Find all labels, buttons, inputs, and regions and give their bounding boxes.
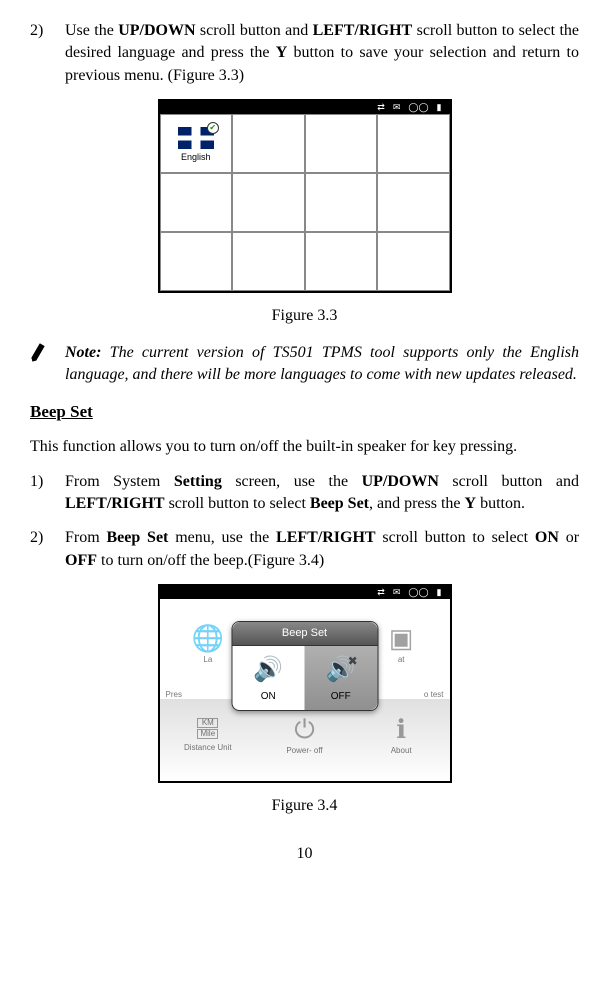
screenshot-beep-set: ⇄ ✉ ◯◯ ▮ 🌐 La ▣ at KM Mile [158, 584, 452, 783]
off-label: OFF [331, 690, 351, 704]
beep-step-2: 2) From Beep Set menu, use the LEFT/RIGH… [30, 527, 579, 572]
link-icon: ◯◯ [408, 586, 428, 599]
lang-english-cell: ✔ English [160, 114, 233, 173]
status-bar: ⇄ ✉ ◯◯ ▮ [160, 101, 450, 114]
status-bar: ⇄ ✉ ◯◯ ▮ [160, 586, 450, 599]
figure-3-3-caption: Figure 3.3 [30, 305, 579, 327]
lang-label: English [181, 151, 211, 164]
link-icon: ◯◯ [408, 101, 428, 114]
popup-body: 🔊 ON 🔊✖ OFF [232, 646, 377, 710]
note-block: Note: The current version of TS501 TPMS … [30, 342, 579, 387]
usb-icon: ⇄ [377, 101, 385, 114]
power-icon: ⏻ [294, 716, 315, 742]
beep-set-heading: Beep Set [30, 400, 579, 424]
check-icon: ✔ [207, 122, 219, 134]
speaker-off-icon: 🔊✖ [326, 653, 356, 687]
calendar-icon: ▣ [389, 625, 414, 651]
step-2: 2) Use the UP/DOWN scroll button and LEF… [30, 20, 579, 87]
bg-test-label: o test [424, 689, 444, 700]
bg-pressure-label: Pres [166, 689, 182, 700]
figure-3-4: ⇄ ✉ ◯◯ ▮ 🌐 La ▣ at KM Mile [30, 584, 579, 783]
info-icon: ℹ [396, 716, 406, 742]
language-grid: ✔ English [160, 114, 450, 291]
beep-option-on: 🔊 ON [232, 646, 305, 710]
on-label: ON [261, 690, 276, 704]
battery-icon: ▮ [437, 101, 442, 114]
beep-step-1: 1) From System Setting screen, use the U… [30, 471, 579, 516]
step-number: 2) [30, 20, 65, 87]
uk-flag-icon: ✔ [178, 127, 214, 149]
step-number: 2) [30, 527, 65, 572]
usb-icon: ⇄ [377, 586, 385, 599]
beep-option-off: 🔊✖ OFF [305, 646, 378, 710]
figure-3-4-caption: Figure 3.4 [30, 795, 579, 817]
beep-set-popup: Beep Set 🔊 ON 🔊✖ OFF [231, 621, 378, 711]
mail-icon: ✉ [393, 586, 401, 599]
popup-title: Beep Set [232, 622, 377, 646]
step-text: Use the UP/DOWN scroll button and LEFT/R… [65, 20, 579, 87]
page-number: 10 [30, 843, 579, 865]
mail-icon: ✉ [393, 101, 401, 114]
figure-3-3: ⇄ ✉ ◯◯ ▮ ✔ English [30, 99, 579, 293]
beep-set-description: This function allows you to turn on/off … [30, 436, 579, 458]
globe-icon: 🌐 [192, 625, 224, 651]
battery-icon: ▮ [437, 586, 442, 599]
step-number: 1) [30, 471, 65, 516]
speaker-on-icon: 🔊 [253, 653, 283, 687]
settings-background: 🌐 La ▣ at KM Mile Distance Unit ⏻ [160, 599, 450, 781]
step-text: From System Setting screen, use the UP/D… [65, 471, 579, 516]
screenshot-lang-select: ⇄ ✉ ◯◯ ▮ ✔ English [158, 99, 452, 293]
note-text: Note: The current version of TS501 TPMS … [65, 342, 579, 387]
step-text: From Beep Set menu, use the LEFT/RIGHT s… [65, 527, 579, 572]
note-pencil-icon [30, 342, 65, 387]
